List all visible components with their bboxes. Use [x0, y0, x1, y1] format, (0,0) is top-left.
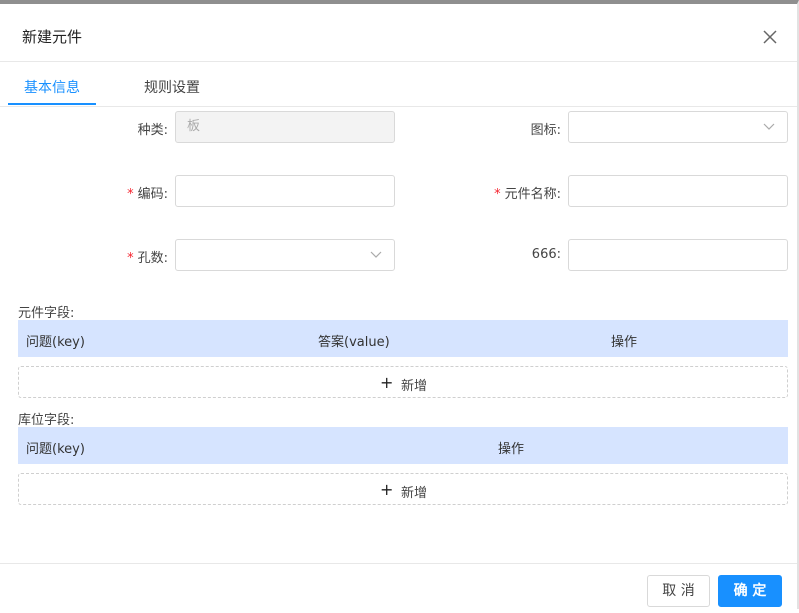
required-mark: *	[127, 187, 134, 202]
component-fields-title: 元件字段:	[18, 306, 75, 321]
tab-rule-settings[interactable]: 规则设置	[144, 77, 200, 97]
required-mark: *	[127, 251, 134, 266]
dialog: 新建元件 基本信息 规则设置 种类: 板 图标: * 编码: * 元件名称: * 孔数…	[0, 0, 799, 609]
column-header-action: 操作	[611, 335, 638, 350]
column-header-action: 操作	[498, 442, 525, 457]
component-name-label-text: 元件名称:	[504, 187, 561, 202]
icon-select[interactable]	[568, 111, 788, 143]
chevron-down-icon	[763, 123, 775, 130]
required-mark: *	[494, 187, 501, 202]
add-label: 新增	[401, 379, 428, 394]
add-label: 新增	[401, 486, 428, 501]
plus-icon: +	[380, 480, 394, 499]
dialog-footer: 取 消 确 定	[0, 563, 797, 613]
tab-basic-info[interactable]: 基本信息	[24, 77, 80, 97]
icon-label: 图标:	[530, 123, 561, 138]
component-name-label: * 元件名称:	[470, 183, 561, 202]
dialog-title: 新建元件	[22, 28, 83, 46]
code-input[interactable]	[175, 175, 395, 207]
code-label: * 编码:	[100, 183, 168, 202]
close-icon[interactable]	[761, 28, 779, 46]
column-header-key: 问题(key)	[26, 335, 85, 350]
tab-active-indicator	[8, 103, 96, 105]
plus-icon: +	[380, 373, 394, 392]
column-header-value: 答案(value)	[318, 335, 390, 350]
tab-bar: 基本信息 规则设置	[0, 62, 797, 107]
component-name-input[interactable]	[568, 175, 788, 207]
component-fields-table-header: 问题(key) 答案(value) 操作	[18, 320, 788, 357]
holes-label: * 孔数:	[100, 247, 168, 266]
dialog-header: 新建元件	[0, 8, 797, 62]
extra-label: 666:	[531, 247, 561, 262]
location-fields-add-button[interactable]: + 新增	[18, 473, 788, 505]
cancel-button[interactable]: 取 消	[647, 575, 710, 607]
component-fields-add-button[interactable]: + 新增	[18, 366, 788, 398]
location-fields-table-header: 问题(key) 操作	[18, 427, 788, 464]
column-header-key: 问题(key)	[26, 442, 85, 457]
chevron-down-icon	[370, 251, 382, 258]
extra-input[interactable]	[568, 239, 788, 271]
confirm-button[interactable]: 确 定	[718, 575, 782, 607]
type-field: 板	[175, 111, 395, 143]
holes-select[interactable]	[175, 239, 395, 271]
code-label-text: 编码:	[137, 187, 168, 202]
type-label: 种类:	[137, 123, 168, 138]
location-fields-title: 库位字段:	[18, 413, 75, 428]
holes-label-text: 孔数:	[137, 251, 168, 266]
